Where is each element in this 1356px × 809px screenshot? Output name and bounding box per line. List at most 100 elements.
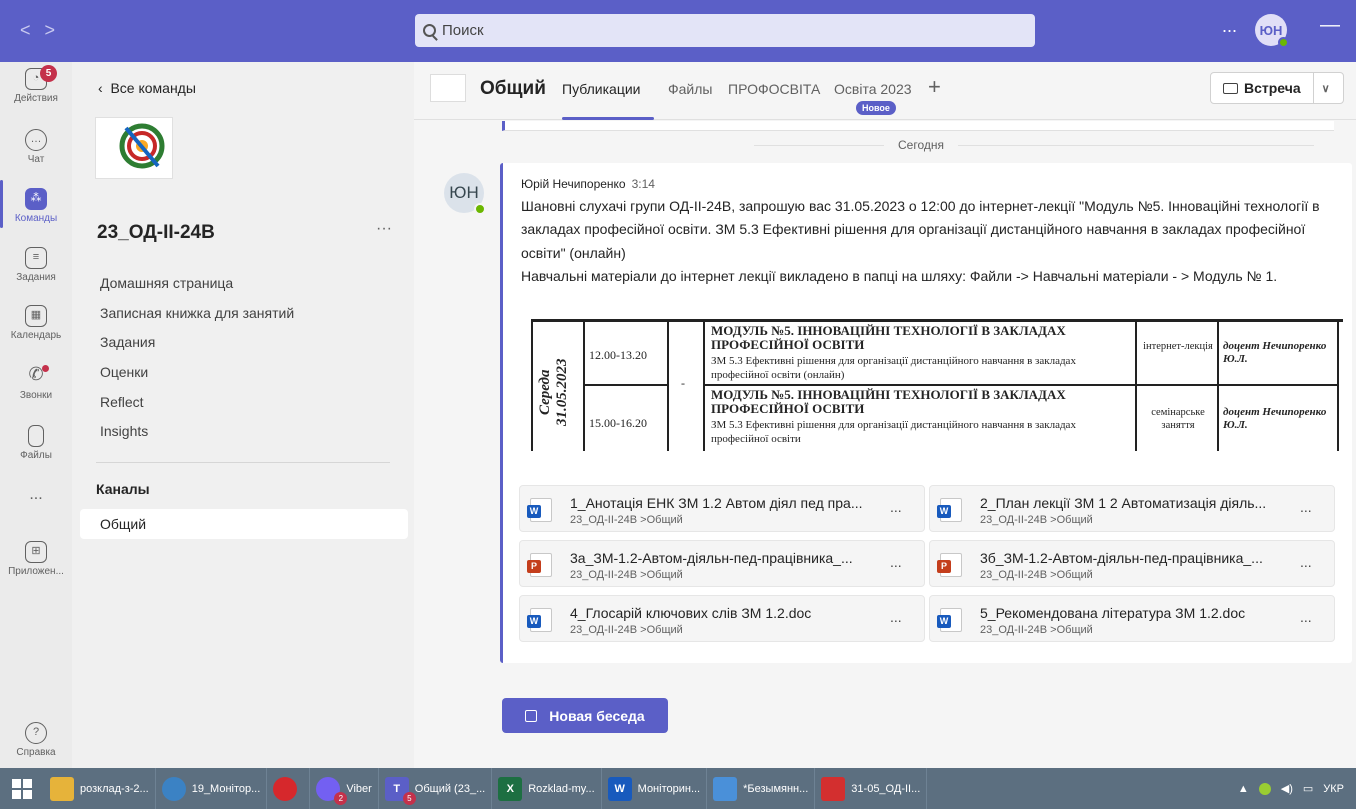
taskbar-label: 31-05_ОД-ІІ...: [851, 782, 921, 795]
back-arrow-icon[interactable]: <: [20, 20, 45, 40]
attachment-more-button[interactable]: ...: [890, 609, 902, 625]
tab-profosvita[interactable]: ПРОФОСВІТА: [728, 81, 820, 97]
rail-apps[interactable]: ⊞ Приложен...: [0, 541, 72, 577]
language-indicator[interactable]: УКР: [1323, 783, 1344, 795]
attachment-more-button[interactable]: ...: [1300, 609, 1312, 625]
assignments-icon: ≡: [25, 247, 47, 269]
taskbar-item-folder[interactable]: розклад-з-2...: [44, 768, 156, 809]
start-button[interactable]: [0, 768, 44, 809]
post-header: Юрій Нечипоренко 3:14: [521, 177, 655, 191]
all-teams-link[interactable]: ‹ Все команды: [98, 80, 196, 96]
taskbar-item-paint[interactable]: *Безымянн...: [707, 768, 816, 809]
rail-calls[interactable]: ✆ Звонки: [0, 365, 72, 401]
attachment-path: 23_ОД-ІІ-24В >Общий: [980, 514, 1093, 526]
post-author[interactable]: Юрій Нечипоренко: [521, 177, 626, 191]
team-link-reflect[interactable]: Reflect: [100, 394, 144, 410]
taskbar-item-teams[interactable]: T 5 Общий (23_...: [379, 768, 493, 809]
paint-icon: [713, 776, 738, 801]
rail-label: Звонки: [19, 390, 53, 401]
rail-label: Приложен...: [8, 566, 64, 577]
rail-chat[interactable]: … Чат: [0, 129, 72, 165]
attachment-card[interactable]: P 3а_ЗМ-1.2-Автом-діяльн-пед-працівника_…: [519, 540, 925, 587]
taskbar-label: Viber: [346, 782, 372, 795]
taskbar-item-opera[interactable]: [267, 768, 311, 809]
compose-icon: [525, 709, 538, 722]
taskbar-item-viber[interactable]: 2 Viber: [310, 768, 379, 809]
attachment-card[interactable]: W 1_Анотація ЕНК ЗМ 1.2 Автом діял пед п…: [519, 485, 925, 532]
viber-badge: 2: [334, 792, 348, 805]
tray-app-icon[interactable]: [1258, 782, 1271, 795]
attachment-card[interactable]: W 5_Рекомендована література ЗМ 1.2.doc …: [929, 595, 1335, 642]
settings-more-button[interactable]: ...: [1222, 16, 1237, 37]
tab-osvita-2023[interactable]: Освіта 2023: [834, 81, 912, 97]
rail-activity[interactable]: ◔ 5 Действия: [0, 65, 72, 104]
activity-badge: 5: [40, 65, 57, 82]
attachment-more-button[interactable]: ...: [890, 554, 902, 570]
rail-help[interactable]: ? Справка: [0, 722, 72, 758]
rail-calendar[interactable]: ▦ Календарь: [0, 305, 72, 341]
rail-label: Файлы: [20, 450, 52, 461]
new-conversation-button[interactable]: Новая беседа: [502, 698, 668, 733]
attachment-name: 3б_ЗМ-1.2-Автом-діяльн-пед-працівника_..…: [980, 550, 1263, 566]
panel-divider: [96, 462, 390, 463]
taskbar-item-chrome[interactable]: 19_Монітор...: [156, 768, 268, 809]
chevron-down-icon[interactable]: ∨: [1322, 82, 1330, 95]
windows-logo-icon: [12, 778, 32, 799]
word-file-icon: W: [527, 498, 552, 522]
schedule-kind: інтернет-лекція: [1143, 341, 1213, 352]
team-link-assignments[interactable]: Задания: [100, 334, 155, 350]
volume-icon[interactable]: ◀): [1281, 782, 1293, 795]
schedule-time: 12.00-13.20: [589, 348, 647, 362]
meet-button[interactable]: Встреча ∨: [1210, 72, 1344, 104]
taskbar-item-pdf[interactable]: 31-05_ОД-ІІ...: [815, 768, 928, 809]
attachment-name: 3а_ЗМ-1.2-Автом-діяльн-пед-працівника_..…: [570, 550, 853, 566]
rail-teams[interactable]: ⁂ Команды: [0, 188, 72, 224]
attachment-path: 23_ОД-ІІ-24В >Общий: [570, 624, 683, 636]
team-link-notebook[interactable]: Записная книжка для занятий: [100, 305, 294, 321]
network-icon[interactable]: ▭: [1303, 782, 1313, 795]
rail-more[interactable]: ...: [0, 486, 72, 504]
schedule-subtitle: ЗМ 5.3 Ефективні рішення для організації…: [711, 355, 1076, 381]
meet-separator: [1312, 73, 1314, 103]
calendar-icon: ▦: [25, 305, 47, 327]
attachment-card[interactable]: W 4_Глосарій ключових слів ЗМ 1.2.doc 23…: [519, 595, 925, 642]
attachment-more-button[interactable]: ...: [890, 499, 902, 515]
presence-available-icon: [1278, 37, 1289, 48]
word-file-icon: W: [527, 608, 552, 632]
table-border: [667, 322, 669, 451]
channel-item-general[interactable]: Общий: [80, 509, 408, 539]
author-avatar[interactable]: ЮН: [444, 173, 486, 215]
tray-chevron-up-icon[interactable]: ▲: [1238, 783, 1249, 795]
rail-label: Задания: [16, 272, 56, 283]
schedule-title: МОДУЛЬ №5. ІННОВАЦІЙНІ ТЕХНОЛОГІЇ В ЗАКЛ…: [711, 323, 1066, 352]
meet-label: Встреча: [1244, 80, 1301, 96]
team-link-insights[interactable]: Insights: [100, 423, 148, 439]
rail-assignments[interactable]: ≡ Задания: [0, 247, 72, 283]
taskbar-item-excel[interactable]: X Rozklad-my...: [492, 768, 602, 809]
tab-posts[interactable]: Публикации: [562, 81, 640, 97]
post-card[interactable]: Юрій Нечипоренко 3:14 Шановні слухачі гру…: [500, 163, 1352, 663]
taskbar-label: Моніторин...: [637, 782, 701, 795]
forward-arrow-icon[interactable]: >: [45, 20, 70, 40]
profile-avatar[interactable]: ЮН: [1255, 14, 1289, 48]
avatar-initials: ЮН: [1259, 22, 1283, 38]
schedule-image[interactable]: Середа 31.05.2023 12.00-13.20 15.00-16.2…: [531, 319, 1343, 451]
channel-header: Общий Публикации Файлы ПРОФОСВІТА Освіта…: [414, 62, 1356, 120]
attachment-card[interactable]: W 2_План лекції ЗМ 1 2 Автоматизація дія…: [929, 485, 1335, 532]
add-tab-icon[interactable]: +: [928, 74, 941, 100]
attachment-more-button[interactable]: ...: [1300, 554, 1312, 570]
minimize-button[interactable]: —: [1320, 14, 1340, 37]
tab-files[interactable]: Файлы: [668, 81, 712, 97]
attachment-card[interactable]: P 3б_ЗМ-1.2-Автом-діяльн-пед-працівника_…: [929, 540, 1335, 587]
team-link-home[interactable]: Домашняя страница: [100, 275, 233, 291]
rail-label: Чат: [27, 154, 45, 165]
team-more-button[interactable]: ···: [376, 220, 392, 238]
team-link-grades[interactable]: Оценки: [100, 364, 148, 380]
table-border: [531, 322, 533, 451]
taskbar-item-word[interactable]: W Моніторин...: [602, 768, 708, 809]
attachment-more-button[interactable]: ...: [1300, 499, 1312, 515]
back-label: Все команды: [110, 80, 196, 96]
schedule-time: 15.00-16.20: [589, 416, 647, 430]
rail-files[interactable]: Файлы: [0, 425, 72, 461]
search-input[interactable]: Поиск: [415, 14, 1035, 47]
